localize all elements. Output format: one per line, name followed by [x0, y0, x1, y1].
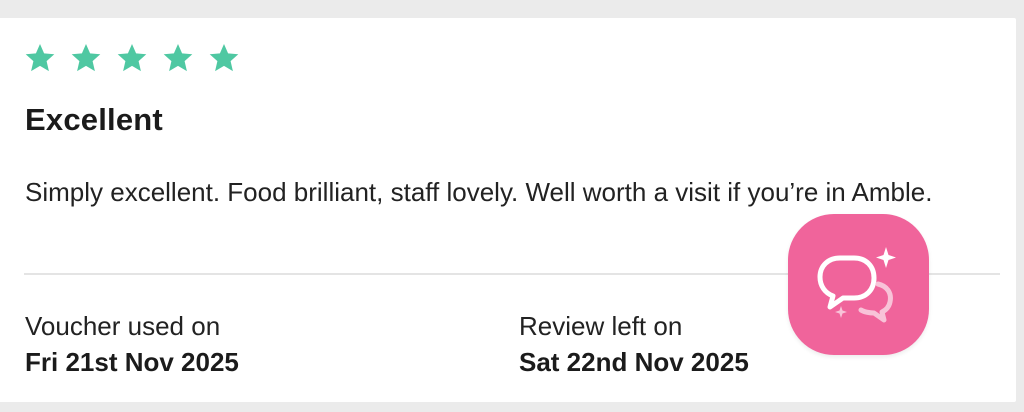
voucher-used-date: Fri 21st Nov 2025 — [25, 347, 239, 377]
star-icon — [24, 42, 56, 74]
star-icon — [116, 42, 148, 74]
star-icon — [162, 42, 194, 74]
review-left-date: Sat 22nd Nov 2025 — [519, 347, 749, 377]
star-icon — [208, 42, 240, 74]
voucher-used-info: Voucher used on Fri 21st Nov 2025 — [25, 310, 239, 380]
rating-title: Excellent — [25, 102, 163, 137]
review-left-info: Review left on Sat 22nd Nov 2025 — [519, 310, 749, 380]
star-icon — [70, 42, 102, 74]
voucher-used-label: Voucher used on — [25, 311, 221, 341]
review-left-label: Review left on — [519, 311, 683, 341]
review-text: Simply excellent. Food brilliant, staff … — [25, 177, 933, 207]
chat-assistant-button[interactable] — [788, 214, 929, 355]
chat-sparkle-icon — [817, 247, 896, 323]
page: Excellent Simply excellent. Food brillia… — [0, 0, 1024, 412]
star-rating — [24, 42, 240, 74]
